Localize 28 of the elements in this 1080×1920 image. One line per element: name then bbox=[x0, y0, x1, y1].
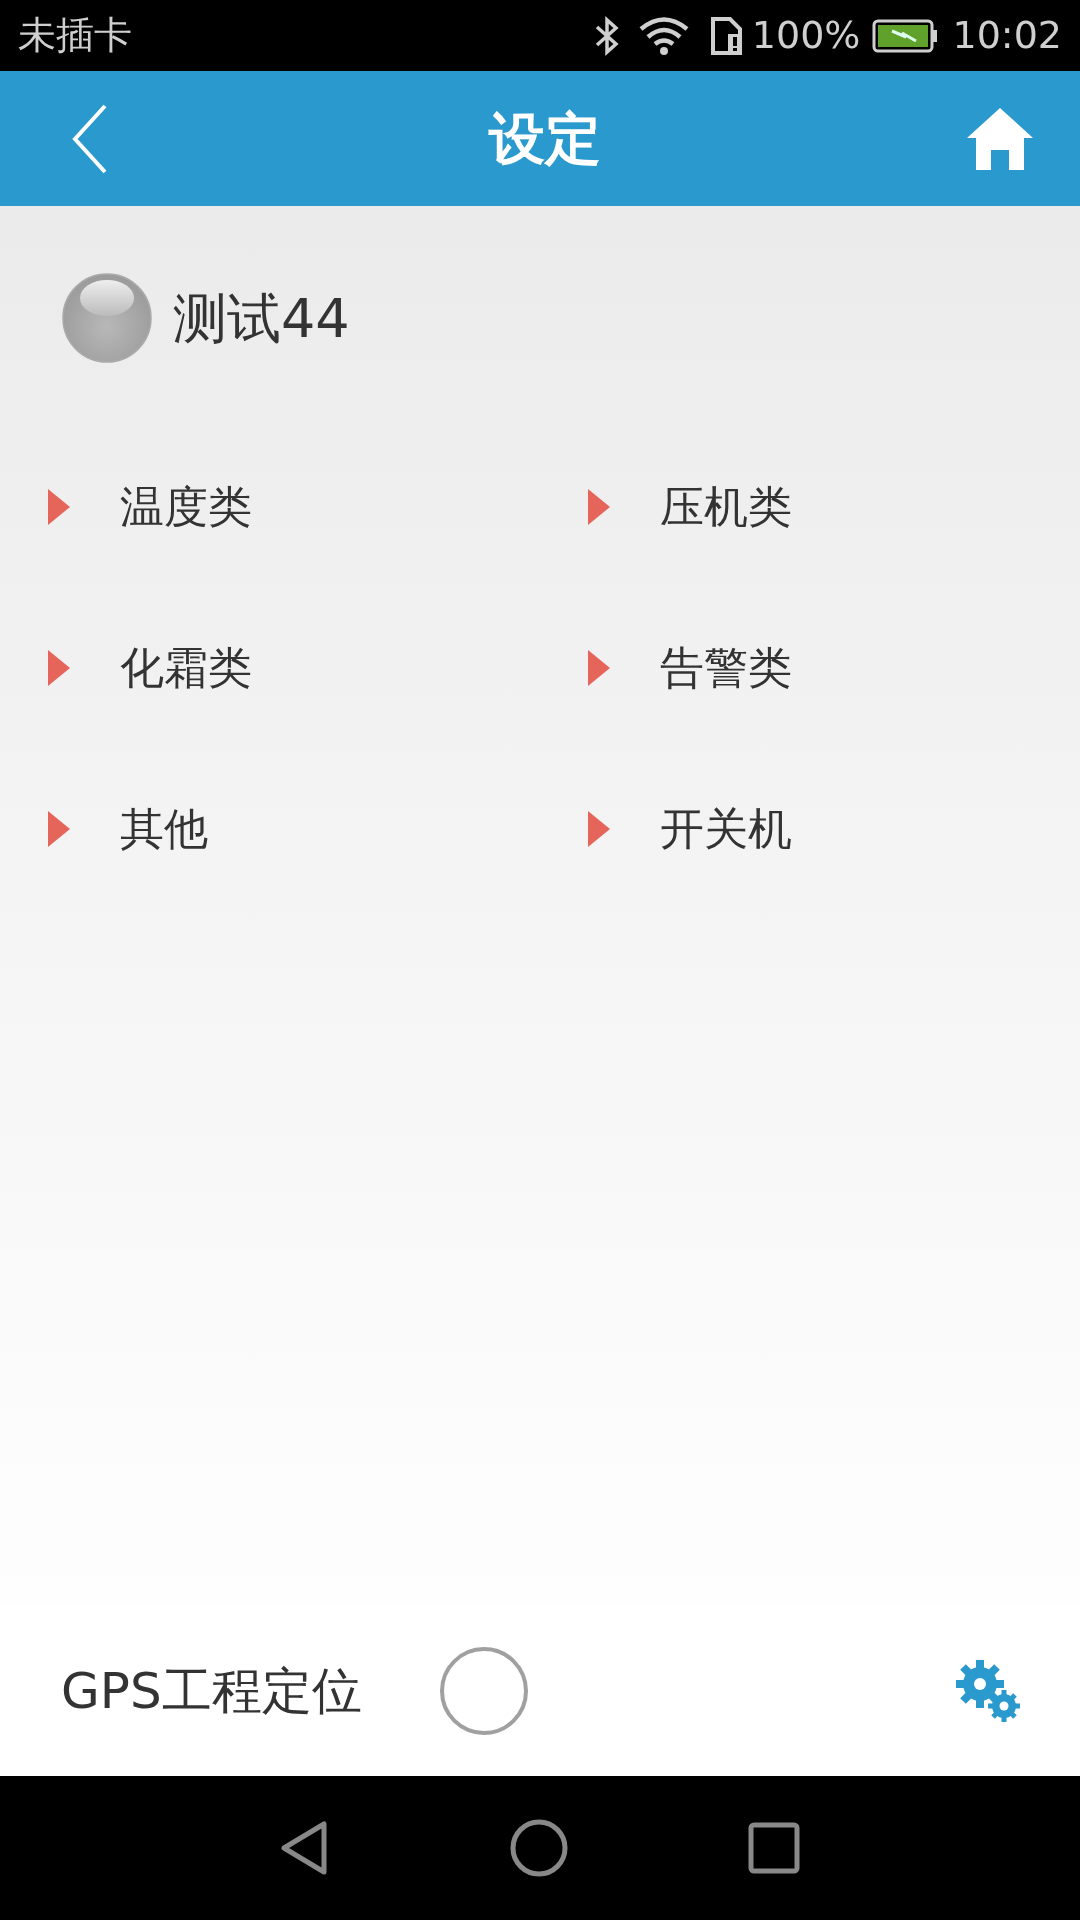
gps-toggle[interactable] bbox=[440, 1647, 528, 1735]
battery-icon bbox=[872, 18, 939, 53]
menu-item[interactable]: 压机类 bbox=[540, 426, 1080, 587]
sim-card-icon bbox=[709, 15, 744, 56]
menu-item[interactable]: 告警类 bbox=[540, 587, 1080, 748]
triangle-icon bbox=[48, 810, 70, 847]
triangle-icon bbox=[588, 810, 610, 847]
triangle-icon bbox=[588, 649, 610, 686]
settings-icon[interactable] bbox=[954, 1658, 1022, 1724]
wifi-icon bbox=[637, 15, 690, 56]
recent-apps-icon[interactable] bbox=[748, 1822, 800, 1874]
battery-percent: 100% bbox=[751, 12, 861, 59]
triangle-icon bbox=[48, 488, 70, 525]
page-title: 设定 bbox=[489, 104, 601, 173]
home-icon[interactable] bbox=[965, 105, 1035, 172]
gps-label: GPS工程定位 bbox=[61, 1660, 363, 1722]
menu-item[interactable]: 其他 bbox=[0, 748, 540, 909]
triangle-icon bbox=[588, 488, 610, 525]
home-nav-icon[interactable] bbox=[510, 1819, 568, 1877]
triangle-icon bbox=[48, 649, 70, 686]
status-ball-icon bbox=[61, 272, 153, 364]
menu-item[interactable]: 温度类 bbox=[0, 426, 540, 587]
menu-item[interactable]: 化霜类 bbox=[0, 587, 540, 748]
menu-item[interactable]: 开关机 bbox=[540, 748, 1080, 909]
carrier-text: 未插卡 bbox=[18, 12, 132, 59]
back-nav-icon[interactable] bbox=[280, 1820, 330, 1876]
device-name: 测试44 bbox=[173, 285, 350, 352]
clock-text: 10:02 bbox=[952, 12, 1062, 59]
